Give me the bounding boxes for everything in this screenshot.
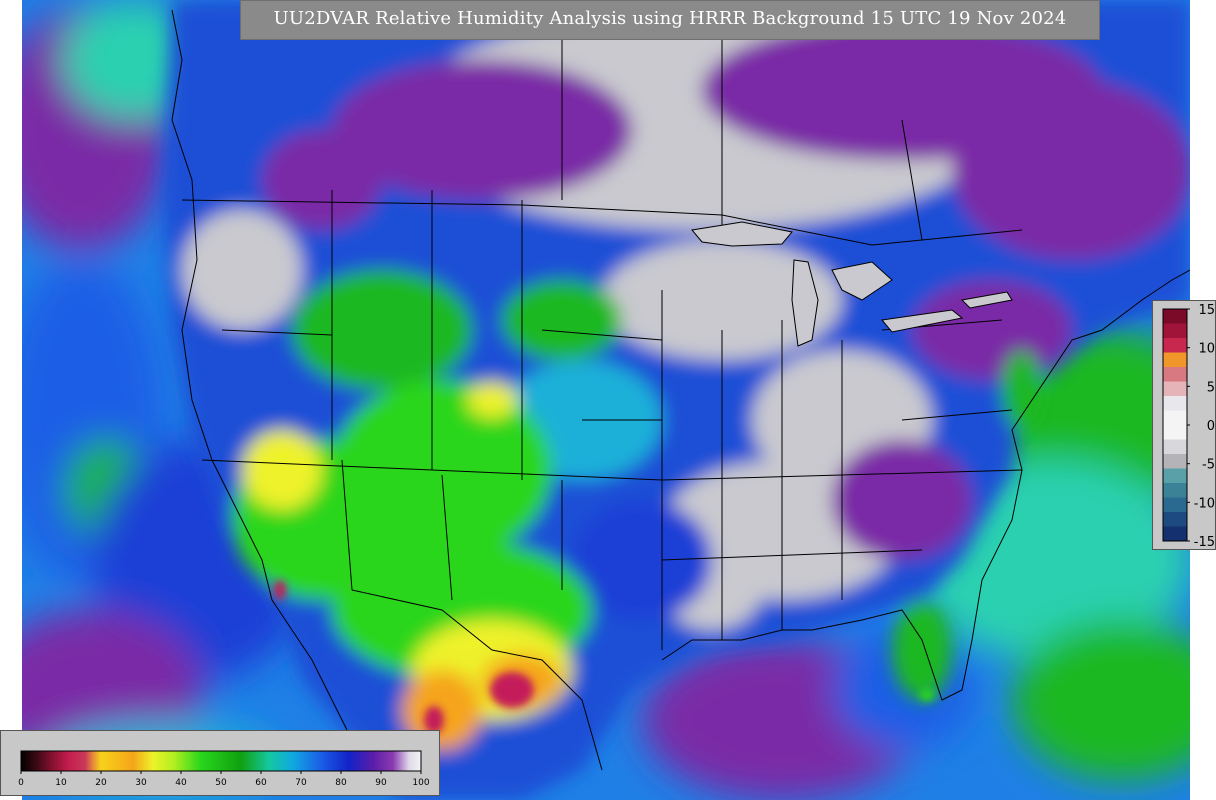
increment-color-segment [1163,309,1187,324]
map-title: UU2DVAR Relative Humidity Analysis using… [273,8,1067,29]
rh-tick-label: 60 [255,778,267,788]
increment-color-segment [1163,468,1187,484]
increment-tick-label: -5 [1202,458,1215,473]
rh-increment-ticks: 15 10 5 0 -5 -10 -15 [1187,303,1215,550]
increment-color-segment [1163,526,1187,542]
rh-colorbar-ticks: 0 10 20 30 40 50 60 70 80 90 100 [18,771,430,788]
rh-increment-colorbar [1163,309,1187,542]
rh-tick-label: 0 [18,778,24,788]
increment-color-segment [1163,439,1187,455]
increment-color-segment [1163,323,1187,339]
rh-increment-legend: 15 10 5 0 -5 -10 -15 [1152,300,1216,550]
increment-color-segment [1163,454,1187,469]
increment-tick-label: 0 [1207,419,1215,434]
rh-tick-label: 80 [335,778,347,788]
increment-color-segment [1163,512,1187,527]
increment-tick-label: 10 [1198,342,1215,357]
title-banner: UU2DVAR Relative Humidity Analysis using… [240,0,1100,40]
increment-color-segment [1163,381,1187,397]
rh-colorbar-svg: 0 10 20 30 40 50 60 70 80 90 100 [18,750,430,788]
increment-color-segment [1163,338,1187,353]
increment-color-segment [1163,367,1187,382]
rh-colorbar-legend: 0 10 20 30 40 50 60 70 80 90 100 [0,730,440,796]
rh-tick-label: 40 [175,778,187,788]
rh-increment-colorbar-svg: 15 10 5 0 -5 -10 -15 [1162,303,1215,550]
increment-color-segment [1163,396,1187,411]
rh-tick-label: 100 [412,778,429,788]
increment-color-segment [1163,483,1187,498]
rh-tick-label: 20 [95,778,107,788]
increment-tick-label: -10 [1194,496,1215,511]
rh-tick-label: 50 [215,778,227,788]
increment-color-segment [1163,425,1187,440]
increment-color-segment [1163,497,1187,513]
map-canvas [22,0,1190,800]
rh-tick-label: 70 [295,778,307,788]
increment-tick-label: 5 [1207,380,1215,395]
rh-colorbar [20,750,422,772]
rh-analysis-map [22,0,1190,800]
rh-tick-label: 30 [135,778,147,788]
increment-color-segment [1163,352,1187,368]
rh-tick-label: 90 [375,778,387,788]
rh-tick-label: 10 [55,778,67,788]
increment-tick-label: -15 [1194,535,1215,550]
increment-color-segment [1163,410,1187,426]
increment-tick-label: 15 [1198,303,1215,318]
